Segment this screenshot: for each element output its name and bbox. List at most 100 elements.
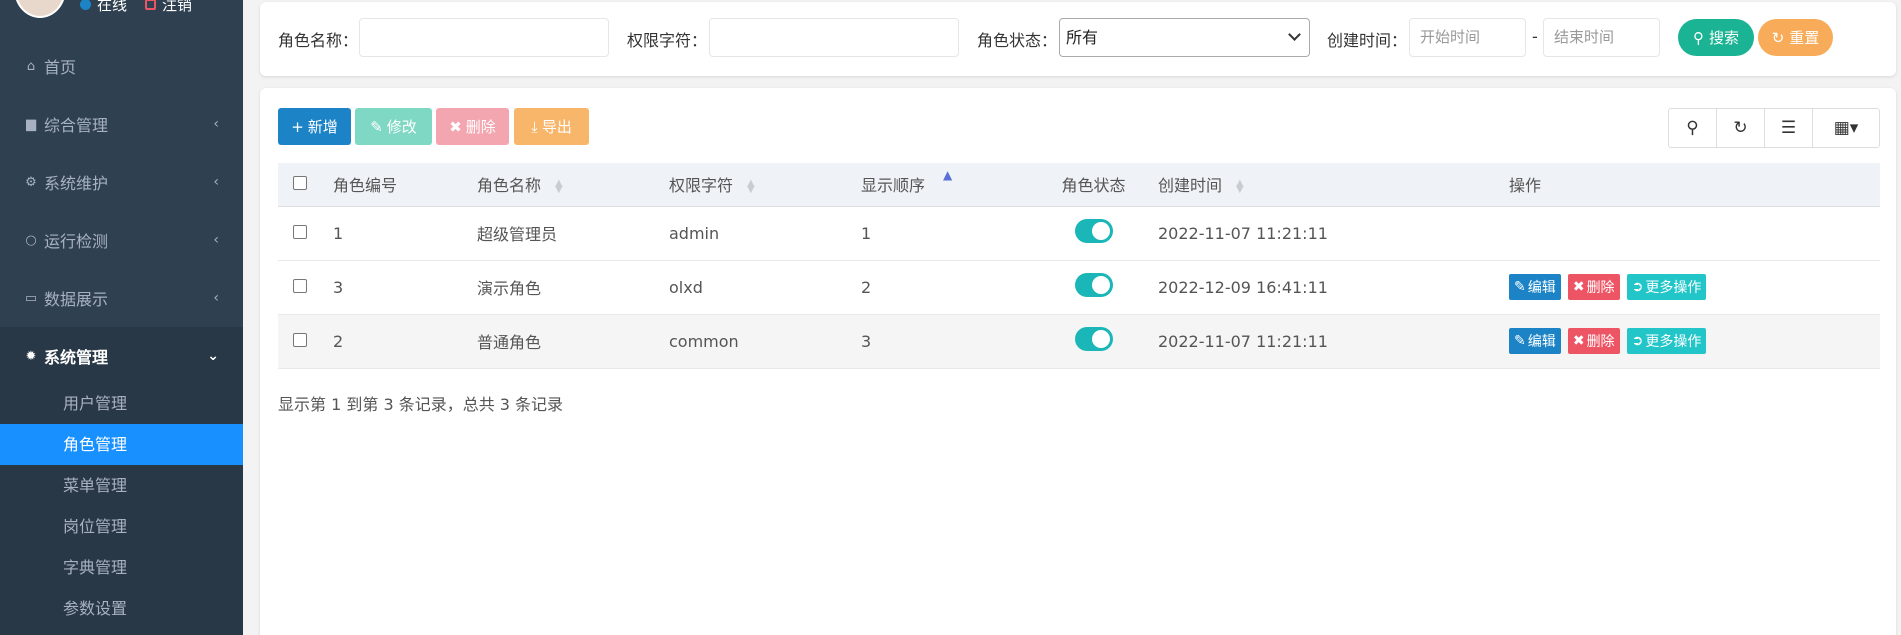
search-icon: ⚲ [1686, 118, 1699, 138]
select-all-checkbox[interactable] [293, 175, 307, 190]
row-checkbox[interactable] [293, 332, 307, 347]
status-toggle[interactable] [1074, 273, 1113, 297]
row-edit-label: 编辑 [1527, 280, 1556, 296]
export-button[interactable]: ⤓ 导出 [514, 108, 589, 145]
col-role-name[interactable]: 角色名称 ▲ ▼ [477, 163, 669, 207]
menu-item-data[interactable]: ▭ 数据展示 ‹ [0, 269, 243, 327]
row-edit-button[interactable]: ✎ 编辑 [1509, 274, 1561, 300]
avatar[interactable] [14, 0, 66, 18]
submenu-item-config[interactable]: 参数设置 [0, 588, 243, 629]
col-created[interactable]: 创建时间 ▲ ▼ [1150, 163, 1509, 207]
row-edit-button[interactable]: ✎ 编辑 [1509, 328, 1561, 354]
menu-label: 系统管理 [44, 348, 109, 367]
status-toggle[interactable] [1074, 219, 1113, 243]
col-role-name-label: 角色名称 [477, 176, 542, 196]
row-delete-button[interactable]: ✖ 删除 [1567, 274, 1620, 300]
menu-label: 首页 [44, 58, 77, 77]
submenu-item-menus[interactable]: 菜单管理 [0, 465, 243, 506]
edit-icon: ✎ [370, 117, 383, 136]
menu-item-maintenance[interactable]: ⚙ 系统维护 ‹ [0, 153, 243, 211]
menu-item-home[interactable]: ⌂ 首页 [0, 37, 243, 95]
add-button[interactable]: + 新增 [278, 108, 351, 145]
row-more-button[interactable]: ➲ 更多操作 [1626, 274, 1707, 300]
cell-actions: ✎ 编辑 ✖ 删除 ➲ 更多操作 [1509, 260, 1880, 315]
row-checkbox[interactable] [293, 224, 307, 239]
cell-status [1037, 206, 1150, 261]
add-button-label: 新增 [307, 118, 338, 136]
cell-sort-order: 2 [861, 260, 1037, 315]
submenu-system: 用户管理 角色管理 菜单管理 岗位管理 字典管理 参数设置 [0, 383, 243, 635]
chevron-left-icon: ‹ [213, 116, 219, 132]
edit-button[interactable]: ✎ 修改 [355, 108, 432, 145]
menu-item-general[interactable]: ▆ 综合管理 ‹ [0, 95, 243, 153]
columns-button[interactable]: ▦▾ [1813, 109, 1879, 147]
row-delete-label: 删除 [1586, 280, 1615, 296]
submenu-item-roles[interactable]: 角色管理 [0, 424, 243, 465]
row-delete-label: 删除 [1586, 334, 1615, 350]
logout-link[interactable]: 注销 [162, 0, 192, 15]
delete-button[interactable]: ✖ 删除 [436, 108, 509, 145]
col-role-id[interactable]: 角色编号 [333, 163, 477, 207]
menu-label: 系统维护 [44, 174, 109, 193]
cell-role-id: 1 [333, 206, 477, 261]
row-select-cell [278, 314, 333, 369]
home-icon: ⌂ [26, 58, 36, 74]
role-name-input[interactable] [359, 18, 609, 57]
cell-role-name: 演示角色 [477, 260, 669, 315]
cell-status [1037, 260, 1150, 315]
col-sort-order-label: 显示顺序 [861, 176, 926, 196]
row-checkbox[interactable] [293, 278, 307, 293]
end-time-input[interactable]: 结束时间 [1543, 18, 1660, 57]
col-status[interactable]: 角色状态 [1037, 163, 1150, 207]
submenu-item-dict[interactable]: 字典管理 [0, 547, 243, 588]
refresh-button[interactable]: ↻ [1717, 109, 1765, 147]
cell-sort-order: 3 [861, 314, 1037, 369]
menu-item-monitor[interactable]: ○ 运行检测 ‹ [0, 211, 243, 269]
table-tools: ⚲ ↻ ☰ ▦▾ [1668, 108, 1880, 148]
select-all-cell [278, 163, 333, 207]
circle-icon: ○ [25, 232, 37, 248]
row-delete-button[interactable]: ✖ 删除 [1567, 328, 1620, 354]
submenu-item-users[interactable]: 用户管理 [0, 383, 243, 424]
grid-icon: ▦▾ [1833, 118, 1859, 138]
chevron-left-icon: ‹ [213, 290, 219, 306]
toggle-view-button[interactable]: ☰ [1765, 109, 1813, 147]
reset-button[interactable]: ↻ 重置 [1758, 19, 1833, 56]
logout-icon[interactable] [145, 0, 157, 10]
row-more-button[interactable]: ➲ 更多操作 [1626, 328, 1707, 354]
menu-label: 数据展示 [44, 290, 109, 309]
row-more-label: 更多操作 [1645, 280, 1702, 296]
user-panel: 在线 注销 [0, 0, 243, 20]
chevron-circle-right-icon: ➲ [1631, 279, 1644, 295]
role-status-label: 角色状态： [977, 31, 1058, 50]
close-icon: ✖ [1572, 333, 1585, 349]
created-time-label: 创建时间： [1327, 31, 1408, 50]
status-toggle[interactable] [1074, 327, 1113, 351]
cell-status [1037, 314, 1150, 369]
cell-role-key: common [669, 314, 861, 369]
row-edit-label: 编辑 [1527, 334, 1556, 350]
status-online-label: 在线 [97, 0, 128, 14]
search-button[interactable]: ⚲ 搜索 [1678, 19, 1754, 56]
role-table: 角色编号 角色名称 ▲ ▼ 权限字符 ▲ ▼ 显示顺序▲ 角色状态 创建时间 ▲ ▼ 操作 … [278, 163, 1880, 369]
cogs-icon: ⚙ [25, 174, 37, 190]
search-button-label: 搜索 [1708, 29, 1739, 47]
col-role-key[interactable]: 权限字符 ▲ ▼ [669, 163, 861, 207]
role-status-select[interactable]: 所有 [1059, 18, 1310, 57]
start-time-input[interactable]: 开始时间 [1409, 18, 1526, 57]
sort-icon: ▲ ▼ [555, 177, 563, 195]
close-icon: ✖ [1572, 279, 1585, 295]
chevron-left-icon: ‹ [213, 174, 219, 190]
export-button-label: 导出 [541, 118, 572, 136]
menu-label: 运行检测 [44, 232, 109, 251]
table-header-row: 角色编号 角色名称 ▲ ▼ 权限字符 ▲ ▼ 显示顺序 ▲ 角色状态 创建时间 ▲ ▼ 操作 [278, 163, 1880, 207]
col-sort-order[interactable]: 显示顺序 ▲ [861, 163, 1037, 207]
menu-item-system[interactable]: ✹ 系统管理 ⌄ [0, 327, 243, 385]
perm-key-input[interactable] [709, 18, 959, 57]
row-select-cell [278, 206, 333, 261]
toggle-search-button[interactable]: ⚲ [1669, 109, 1717, 147]
download-icon: ⤓ [531, 117, 538, 136]
date-range-dash: - [1532, 27, 1538, 46]
table-row: 2 普通角色 common 3 2022-11-07 11:21:11 ✎ 编辑 … [278, 314, 1880, 369]
submenu-item-posts[interactable]: 岗位管理 [0, 506, 243, 547]
